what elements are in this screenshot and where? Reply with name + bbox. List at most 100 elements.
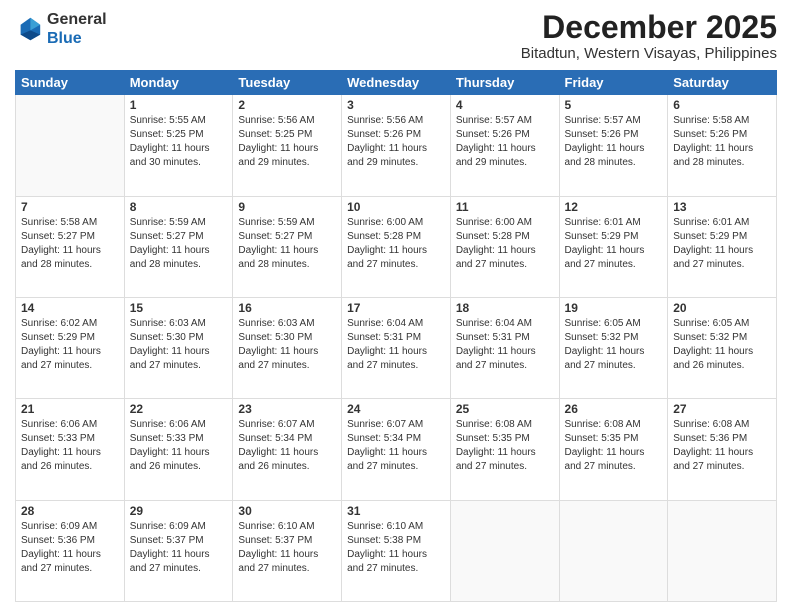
day-info: Sunrise: 6:05 AM Sunset: 5:32 PM Dayligh… <box>673 317 771 373</box>
calendar-table: SundayMondayTuesdayWednesdayThursdayFrid… <box>15 70 777 602</box>
calendar-cell: 30Sunrise: 6:10 AM Sunset: 5:37 PM Dayli… <box>233 500 342 601</box>
calendar-week-1: 7 Sunrise: 5:58 AM Sunset: 5:27 PM Daylig… <box>16 196 777 297</box>
day-info: Sunrise: 6:06 AM Sunset: 5:33 PM Dayligh… <box>21 418 119 474</box>
calendar-cell: 28Sunrise: 6:09 AM Sunset: 5:36 PM Dayli… <box>16 500 125 601</box>
day-number: 21 <box>21 402 119 416</box>
day-number: 30 <box>238 504 336 518</box>
calendar-cell: 31Sunrise: 6:10 AM Sunset: 5:38 PM Dayli… <box>342 500 451 601</box>
header: General Blue December 2025 Bitadtun, Wes… <box>15 10 777 62</box>
day-number: 16 <box>238 301 336 315</box>
calendar-header-sunday: Sunday <box>16 71 125 95</box>
day-number: 18 <box>456 301 554 315</box>
day-number: 15 <box>130 301 228 315</box>
day-number: 14 <box>21 301 119 315</box>
day-info: Sunrise: 5:57 AM Sunset: 5:26 PM Dayligh… <box>456 114 554 170</box>
day-info: Sunrise: 6:00 AM Sunset: 5:28 PM Dayligh… <box>347 216 445 272</box>
calendar-cell: 29Sunrise: 6:09 AM Sunset: 5:37 PM Dayli… <box>124 500 233 601</box>
day-info: Sunrise: 5:56 AM Sunset: 5:26 PM Dayligh… <box>347 114 445 170</box>
day-number: 23 <box>238 402 336 416</box>
calendar-week-3: 21 Sunrise: 6:06 AM Sunset: 5:33 PM Dayli… <box>16 399 777 500</box>
month-title: December 2025 <box>521 10 777 45</box>
day-number: 27 <box>673 402 771 416</box>
day-info: Sunrise: 5:58 AM Sunset: 5:27 PM Dayligh… <box>21 216 119 272</box>
day-info: Sunrise: 6:03 AM Sunset: 5:30 PM Dayligh… <box>130 317 228 373</box>
calendar-header-wednesday: Wednesday <box>342 71 451 95</box>
calendar-cell: 15 Sunrise: 6:03 AM Sunset: 5:30 PM Dayli… <box>124 297 233 398</box>
page: General Blue December 2025 Bitadtun, Wes… <box>0 0 792 612</box>
day-info: Sunrise: 5:56 AM Sunset: 5:25 PM Dayligh… <box>238 114 336 170</box>
day-info: Sunrise: 5:59 AM Sunset: 5:27 PM Dayligh… <box>238 216 336 272</box>
day-info: Sunrise: 6:02 AM Sunset: 5:29 PM Dayligh… <box>21 317 119 373</box>
day-info: Sunrise: 6:08 AM Sunset: 5:36 PM Dayligh… <box>673 418 771 474</box>
day-info: Sunrise: 6:08 AM Sunset: 5:35 PM Dayligh… <box>456 418 554 474</box>
logo-text: General Blue <box>47 10 107 48</box>
logo: General Blue <box>15 10 107 48</box>
logo-general: General <box>47 11 107 28</box>
day-info: Sunrise: 6:07 AM Sunset: 5:34 PM Dayligh… <box>238 418 336 474</box>
calendar-week-4: 28Sunrise: 6:09 AM Sunset: 5:36 PM Dayli… <box>16 500 777 601</box>
day-info: Sunrise: 6:03 AM Sunset: 5:30 PM Dayligh… <box>238 317 336 373</box>
day-info: Sunrise: 6:01 AM Sunset: 5:29 PM Dayligh… <box>673 216 771 272</box>
day-number: 4 <box>456 98 554 112</box>
day-info: Sunrise: 6:07 AM Sunset: 5:34 PM Dayligh… <box>347 418 445 474</box>
logo-blue: Blue <box>47 30 82 47</box>
calendar-header-monday: Monday <box>124 71 233 95</box>
calendar-cell: 17 Sunrise: 6:04 AM Sunset: 5:31 PM Dayli… <box>342 297 451 398</box>
day-number: 26 <box>565 402 663 416</box>
calendar-cell: 21 Sunrise: 6:06 AM Sunset: 5:33 PM Dayli… <box>16 399 125 500</box>
day-info: Sunrise: 6:00 AM Sunset: 5:28 PM Dayligh… <box>456 216 554 272</box>
day-number: 19 <box>565 301 663 315</box>
day-number: 24 <box>347 402 445 416</box>
day-number: 22 <box>130 402 228 416</box>
calendar-week-0: 1 Sunrise: 5:55 AM Sunset: 5:25 PM Daylig… <box>16 95 777 196</box>
calendar-cell: 16 Sunrise: 6:03 AM Sunset: 5:30 PM Dayli… <box>233 297 342 398</box>
day-info: Sunrise: 5:55 AM Sunset: 5:25 PM Dayligh… <box>130 114 228 170</box>
day-info: Sunrise: 6:06 AM Sunset: 5:33 PM Dayligh… <box>130 418 228 474</box>
calendar-cell: 8Sunrise: 5:59 AM Sunset: 5:27 PM Daylig… <box>124 196 233 297</box>
day-info: Sunrise: 6:08 AM Sunset: 5:35 PM Dayligh… <box>565 418 663 474</box>
calendar-cell: 27 Sunrise: 6:08 AM Sunset: 5:36 PM Dayli… <box>668 399 777 500</box>
calendar-cell: 3Sunrise: 5:56 AM Sunset: 5:26 PM Daylig… <box>342 95 451 196</box>
calendar-cell: 18 Sunrise: 6:04 AM Sunset: 5:31 PM Dayli… <box>450 297 559 398</box>
calendar-cell: 11 Sunrise: 6:00 AM Sunset: 5:28 PM Dayli… <box>450 196 559 297</box>
day-number: 17 <box>347 301 445 315</box>
day-info: Sunrise: 6:10 AM Sunset: 5:38 PM Dayligh… <box>347 520 445 576</box>
calendar-cell: 22 Sunrise: 6:06 AM Sunset: 5:33 PM Dayli… <box>124 399 233 500</box>
day-number: 1 <box>130 98 228 112</box>
calendar-cell: 9 Sunrise: 5:59 AM Sunset: 5:27 PM Daylig… <box>233 196 342 297</box>
calendar-header-tuesday: Tuesday <box>233 71 342 95</box>
logo-icon <box>15 15 43 43</box>
calendar-cell: 26 Sunrise: 6:08 AM Sunset: 5:35 PM Dayli… <box>559 399 668 500</box>
day-number: 20 <box>673 301 771 315</box>
day-info: Sunrise: 6:04 AM Sunset: 5:31 PM Dayligh… <box>456 317 554 373</box>
calendar-cell: 4 Sunrise: 5:57 AM Sunset: 5:26 PM Daylig… <box>450 95 559 196</box>
calendar-cell: 12 Sunrise: 6:01 AM Sunset: 5:29 PM Dayli… <box>559 196 668 297</box>
day-number: 12 <box>565 200 663 214</box>
calendar-header-saturday: Saturday <box>668 71 777 95</box>
calendar-cell <box>16 95 125 196</box>
day-number: 11 <box>456 200 554 214</box>
calendar-cell <box>668 500 777 601</box>
day-number: 9 <box>238 200 336 214</box>
location-title: Bitadtun, Western Visayas, Philippines <box>521 45 777 62</box>
day-number: 13 <box>673 200 771 214</box>
day-info: Sunrise: 6:09 AM Sunset: 5:37 PM Dayligh… <box>130 520 228 576</box>
calendar-header-row: SundayMondayTuesdayWednesdayThursdayFrid… <box>16 71 777 95</box>
calendar-cell: 13 Sunrise: 6:01 AM Sunset: 5:29 PM Dayli… <box>668 196 777 297</box>
calendar-cell: 19Sunrise: 6:05 AM Sunset: 5:32 PM Dayli… <box>559 297 668 398</box>
day-info: Sunrise: 5:58 AM Sunset: 5:26 PM Dayligh… <box>673 114 771 170</box>
day-number: 7 <box>21 200 119 214</box>
day-info: Sunrise: 5:57 AM Sunset: 5:26 PM Dayligh… <box>565 114 663 170</box>
calendar-cell: 5Sunrise: 5:57 AM Sunset: 5:26 PM Daylig… <box>559 95 668 196</box>
day-number: 25 <box>456 402 554 416</box>
calendar-header-friday: Friday <box>559 71 668 95</box>
day-number: 6 <box>673 98 771 112</box>
calendar-cell: 6 Sunrise: 5:58 AM Sunset: 5:26 PM Daylig… <box>668 95 777 196</box>
calendar-cell <box>559 500 668 601</box>
day-info: Sunrise: 5:59 AM Sunset: 5:27 PM Dayligh… <box>130 216 228 272</box>
day-info: Sunrise: 6:04 AM Sunset: 5:31 PM Dayligh… <box>347 317 445 373</box>
day-info: Sunrise: 6:09 AM Sunset: 5:36 PM Dayligh… <box>21 520 119 576</box>
calendar-cell: 25 Sunrise: 6:08 AM Sunset: 5:35 PM Dayli… <box>450 399 559 500</box>
calendar-week-2: 14 Sunrise: 6:02 AM Sunset: 5:29 PM Dayli… <box>16 297 777 398</box>
day-info: Sunrise: 6:01 AM Sunset: 5:29 PM Dayligh… <box>565 216 663 272</box>
